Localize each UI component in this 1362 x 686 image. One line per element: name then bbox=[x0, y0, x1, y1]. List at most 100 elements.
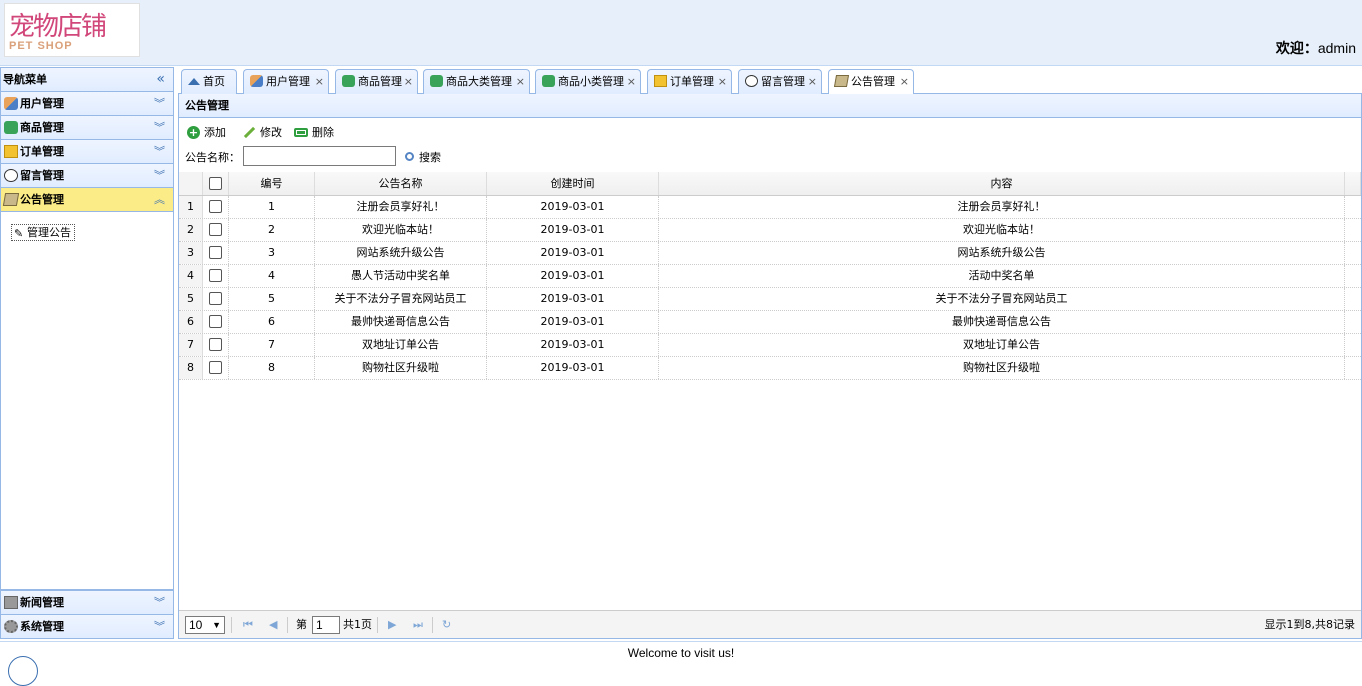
row-checkbox[interactable] bbox=[209, 360, 222, 374]
footer-text: Welcome to visit us! bbox=[627, 646, 735, 660]
record-info: 显示1到8,共8记录 bbox=[1264, 618, 1356, 631]
nav-bottom: 新闻管理 ︾ 系统管理 ︾ bbox=[1, 590, 173, 638]
cell-name: 注册会员享好礼！ bbox=[315, 196, 487, 218]
table-row[interactable]: 1 1 注册会员享好礼！ 2019-03-01 注册会员享好礼！ bbox=[179, 196, 1361, 219]
close-icon[interactable]: × bbox=[900, 70, 909, 93]
chevron-down-icon[interactable]: ︾ bbox=[154, 116, 165, 139]
tab-users[interactable]: 用户管理 × bbox=[243, 69, 329, 94]
tab-goods[interactable]: 商品管理 × bbox=[335, 69, 418, 94]
cell-content: 活动中奖名单 bbox=[659, 265, 1345, 287]
nav-section-users[interactable]: 用户管理 ︾ bbox=[1, 92, 173, 116]
cell-date: 2019-03-01 bbox=[487, 357, 659, 379]
table-row[interactable]: 4 4 愚人节活动中奖名单 2019-03-01 活动中奖名单 bbox=[179, 265, 1361, 288]
column-header-date[interactable]: 创建时间 bbox=[487, 172, 659, 195]
chevron-down-icon[interactable]: ︾ bbox=[154, 615, 165, 638]
row-checkbox[interactable] bbox=[209, 222, 222, 236]
row-checkbox-cell bbox=[203, 311, 229, 333]
cell-name: 网站系统升级公告 bbox=[315, 242, 487, 264]
nav-section-goods[interactable]: 商品管理 ︾ bbox=[1, 116, 173, 140]
pager-separator bbox=[432, 617, 433, 633]
refresh-icon[interactable]: ↻ bbox=[442, 617, 451, 633]
tab-orders[interactable]: 订单管理 × bbox=[647, 69, 732, 94]
table-row[interactable]: 8 8 购物社区升级啦 2019-03-01 购物社区升级啦 bbox=[179, 357, 1361, 380]
select-all-checkbox[interactable] bbox=[209, 176, 222, 190]
nav-section-notices[interactable]: 公告管理 ︽ bbox=[1, 188, 173, 212]
next-page-icon[interactable]: ▶ bbox=[388, 617, 396, 633]
row-checkbox-cell bbox=[203, 242, 229, 264]
notice-panel: 公告管理 + 添加 修改 删除 公告名称： 搜索 编号 公告名称 创建时间 内容… bbox=[178, 94, 1362, 639]
notice-name-search-input[interactable] bbox=[243, 146, 396, 166]
notice-icon bbox=[2, 192, 20, 206]
first-page-icon[interactable]: ⏮ bbox=[243, 617, 253, 633]
edit-icon: ✎ bbox=[14, 226, 24, 240]
table-row[interactable]: 2 2 欢迎光临本站！ 2019-03-01 欢迎光临本站！ bbox=[179, 219, 1361, 242]
nav-section-system[interactable]: 系统管理 ︾ bbox=[1, 614, 173, 638]
pager-separator bbox=[231, 617, 232, 633]
nav-section-label: 系统管理 bbox=[20, 620, 64, 633]
chevron-down-icon[interactable]: ︾ bbox=[154, 140, 165, 163]
tab-home[interactable]: 首页 bbox=[181, 69, 237, 94]
add-icon: + bbox=[187, 125, 200, 139]
page-number-input[interactable]: 1 bbox=[312, 616, 340, 634]
edit-button[interactable]: 修改 bbox=[243, 124, 282, 142]
collapse-icon[interactable]: « bbox=[156, 68, 165, 91]
table-row[interactable]: 6 6 最帅快递哥信息公告 2019-03-01 最帅快递哥信息公告 bbox=[179, 311, 1361, 334]
order-icon bbox=[4, 144, 18, 158]
close-icon[interactable]: × bbox=[516, 70, 525, 93]
cell-id: 7 bbox=[229, 334, 315, 356]
chevron-down-icon[interactable]: ︾ bbox=[154, 164, 165, 187]
previous-page-icon[interactable]: ◀ bbox=[269, 617, 277, 633]
nav-panel: 导航菜单 « 用户管理 ︾ 商品管理 ︾ 订单管理 ︾ 留言管理 ︾ 公告管理 … bbox=[0, 67, 174, 639]
row-checkbox[interactable] bbox=[209, 199, 222, 213]
column-header-content[interactable]: 内容 bbox=[659, 172, 1345, 195]
last-page-icon[interactable]: ⏭ bbox=[413, 617, 423, 633]
row-checkbox[interactable] bbox=[209, 314, 222, 328]
close-icon[interactable]: × bbox=[404, 70, 413, 93]
page-size-select[interactable]: 10 ▼ bbox=[185, 616, 225, 634]
row-checkbox[interactable] bbox=[209, 291, 222, 305]
cell-name: 关于不法分子冒充网站员工 bbox=[315, 288, 487, 310]
logo-subtitle: PET SHOP bbox=[9, 40, 73, 52]
row-number: 1 bbox=[179, 196, 203, 218]
table-row[interactable]: 3 3 网站系统升级公告 2019-03-01 网站系统升级公告 bbox=[179, 242, 1361, 265]
row-checkbox[interactable] bbox=[209, 245, 222, 259]
table-row[interactable]: 5 5 关于不法分子冒充网站员工 2019-03-01 关于不法分子冒充网站员工 bbox=[179, 288, 1361, 311]
pencil-icon bbox=[243, 126, 256, 138]
goods-icon bbox=[342, 75, 355, 87]
chevron-up-icon[interactable]: ︽ bbox=[154, 188, 165, 211]
notice-icon bbox=[833, 75, 850, 87]
tab-notices[interactable]: 公告管理 × bbox=[828, 69, 914, 95]
chevron-down-icon[interactable]: ︾ bbox=[154, 591, 165, 614]
tab-goods-subcategory[interactable]: 商品小类管理 × bbox=[535, 69, 641, 94]
row-checkbox[interactable] bbox=[209, 337, 222, 351]
row-checkbox-cell bbox=[203, 265, 229, 287]
nav-section-news[interactable]: 新闻管理 ︾ bbox=[1, 590, 173, 614]
nav-section-messages[interactable]: 留言管理 ︾ bbox=[1, 164, 173, 188]
close-icon[interactable]: × bbox=[718, 70, 727, 93]
search-button[interactable]: 搜索 bbox=[405, 149, 441, 167]
close-icon[interactable]: × bbox=[808, 70, 817, 93]
message-icon bbox=[745, 75, 758, 87]
close-icon[interactable]: × bbox=[627, 70, 636, 93]
nav-section-orders[interactable]: 订单管理 ︾ bbox=[1, 140, 173, 164]
panel-title: 公告管理 bbox=[179, 94, 1361, 118]
username: admin bbox=[1317, 40, 1356, 56]
row-number: 5 bbox=[179, 288, 203, 310]
tab-label: 商品管理 bbox=[358, 75, 402, 88]
row-checkbox[interactable] bbox=[209, 268, 222, 282]
tab-goods-category[interactable]: 商品大类管理 × bbox=[423, 69, 530, 94]
nav-title: 导航菜单 « bbox=[1, 68, 173, 92]
close-icon[interactable]: × bbox=[315, 70, 324, 93]
delete-button[interactable]: 删除 bbox=[294, 124, 334, 142]
row-checkbox-cell bbox=[203, 196, 229, 218]
add-button[interactable]: + 添加 bbox=[187, 124, 226, 142]
table-row[interactable]: 7 7 双地址订单公告 2019-03-01 双地址订单公告 bbox=[179, 334, 1361, 357]
chevron-down-icon[interactable]: ︾ bbox=[154, 92, 165, 115]
row-checkbox-cell bbox=[203, 334, 229, 356]
column-header-id[interactable]: 编号 bbox=[229, 172, 315, 195]
tab-messages[interactable]: 留言管理 × bbox=[738, 69, 822, 94]
search-button-label: 搜索 bbox=[419, 151, 441, 164]
column-header-name[interactable]: 公告名称 bbox=[315, 172, 487, 195]
cell-name: 双地址订单公告 bbox=[315, 334, 487, 356]
nav-leaf-manage-notices[interactable]: ✎ 管理公告 bbox=[11, 224, 75, 241]
